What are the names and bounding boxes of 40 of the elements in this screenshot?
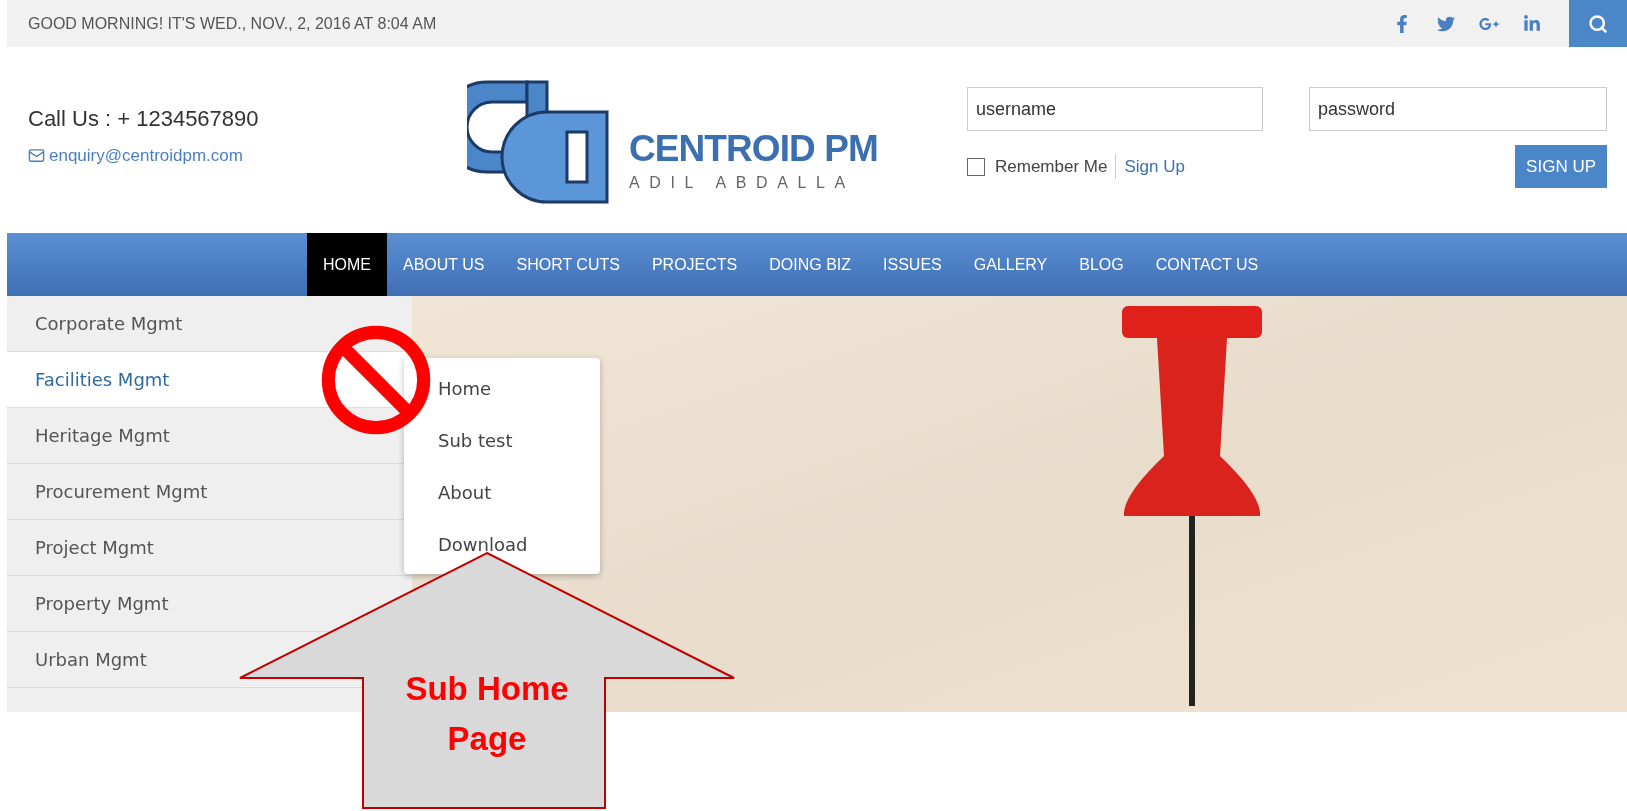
twitter-icon[interactable] <box>1437 14 1455 33</box>
password-field[interactable]: password <box>1309 87 1607 131</box>
sidebar-item[interactable]: Facilities Mgmt <box>35 366 170 393</box>
remember-me-label: Remember Me <box>995 153 1117 180</box>
logo-subtitle: ADIL ABDALLA <box>629 172 856 193</box>
sidebar-item[interactable]: Heritage Mgmt <box>35 422 170 449</box>
nav-item[interactable]: GALLERY <box>957 233 1064 296</box>
sidebar-item[interactable]: Corporate Mgmt <box>35 310 183 337</box>
sidebar-item[interactable]: Procurement Mgmt <box>35 478 208 505</box>
sign-up-button[interactable]: SIGN UP <box>1515 145 1607 188</box>
sidebar-item[interactable]: Property Mgmt <box>35 590 169 617</box>
logo-title: CENTROID PM <box>629 129 878 167</box>
username-field[interactable]: username <box>967 87 1263 131</box>
nav-item[interactable]: PROJECTS <box>635 233 754 296</box>
nav-item[interactable]: SHORT CUTS <box>500 233 636 296</box>
nav-item[interactable]: HOME <box>307 233 387 296</box>
sidebar-item[interactable]: Project Mgmt <box>35 534 154 561</box>
nav-item[interactable]: DOING BIZ <box>753 233 868 296</box>
search-icon <box>1588 13 1608 34</box>
email-link[interactable]: enquiry@centroidpm.com <box>28 143 467 169</box>
nav-item[interactable]: ISSUES <box>867 233 958 296</box>
dropdown-item[interactable]: About <box>404 466 600 518</box>
search-button[interactable] <box>1569 0 1627 47</box>
linkedin-icon[interactable] <box>1523 14 1541 33</box>
nav-item[interactable]: CONTACT US <box>1139 233 1275 296</box>
dropdown-item[interactable]: Sub test <box>404 414 600 466</box>
facebook-icon[interactable] <box>1395 14 1409 33</box>
remember-me-checkbox[interactable] <box>967 157 985 176</box>
dropdown-item[interactable]: Home <box>404 362 600 414</box>
no-entry-icon <box>319 323 433 437</box>
dropdown-item[interactable]: Download <box>404 518 600 570</box>
call-us-text: Call Us : + 1234567890 <box>28 105 260 133</box>
nav-item[interactable]: ABOUT US <box>387 233 501 296</box>
email-text: enquiry@centroidpm.com <box>49 145 243 167</box>
sign-up-link[interactable]: Sign Up <box>1124 153 1185 180</box>
sidebar-item[interactable]: Urban Mgmt <box>35 646 147 673</box>
mail-icon <box>28 147 45 165</box>
callout-label: Sub Home Page <box>404 669 570 759</box>
greeting-text: GOOD MORNING! IT'S WED., NOV., 2, 2016 AT 8:04 AM <box>27 13 437 34</box>
nav-item[interactable]: BLOG <box>1063 233 1140 296</box>
